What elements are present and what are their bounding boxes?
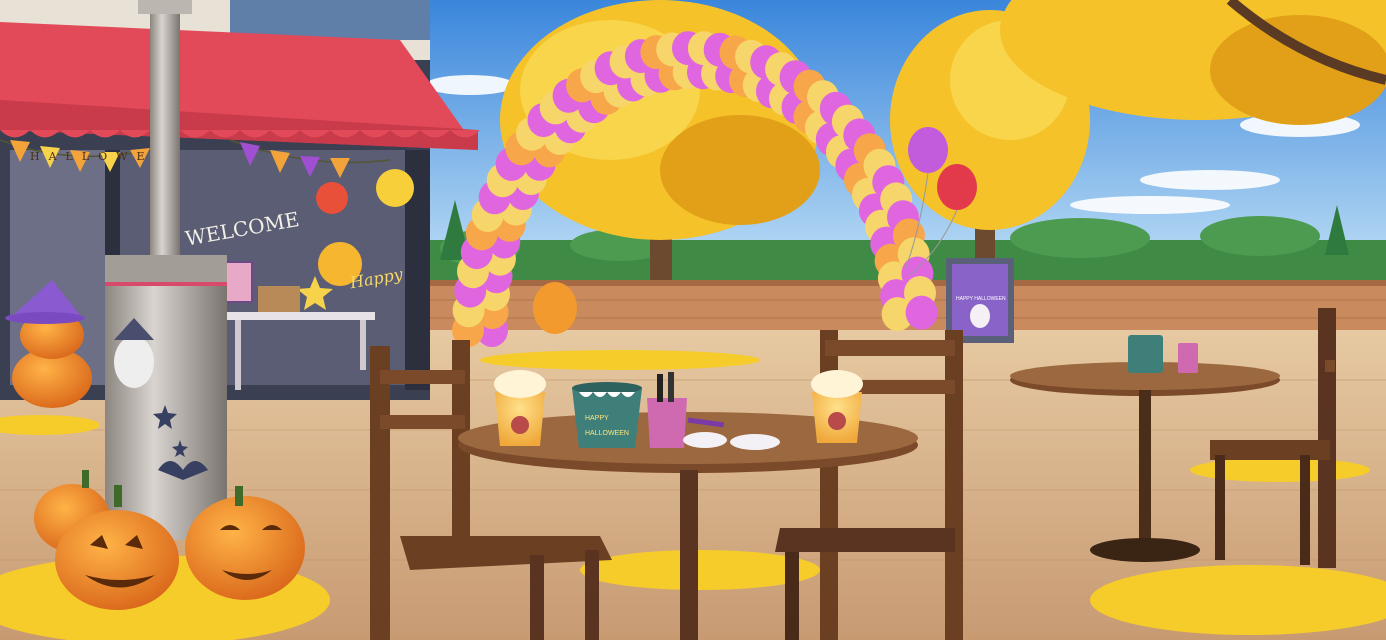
halloween-cafe-scene: HALLOWEEN WELCOME Happy HAPPY HALLOWEEN … bbox=[0, 0, 1386, 640]
arch-balloon bbox=[905, 295, 938, 330]
pumpkin-ornament bbox=[316, 182, 348, 214]
board-text: HAPPY HALLOWEEN bbox=[956, 296, 1006, 302]
smiley-balloon bbox=[376, 169, 414, 207]
bucket-text-2: HALLOWEEN bbox=[585, 430, 629, 437]
bucket-text-1: HAPPY bbox=[585, 415, 609, 422]
scene-svg: HALLOWEEN WELCOME Happy HAPPY HALLOWEEN … bbox=[0, 0, 1386, 640]
pumpkin-balloon bbox=[533, 282, 577, 334]
